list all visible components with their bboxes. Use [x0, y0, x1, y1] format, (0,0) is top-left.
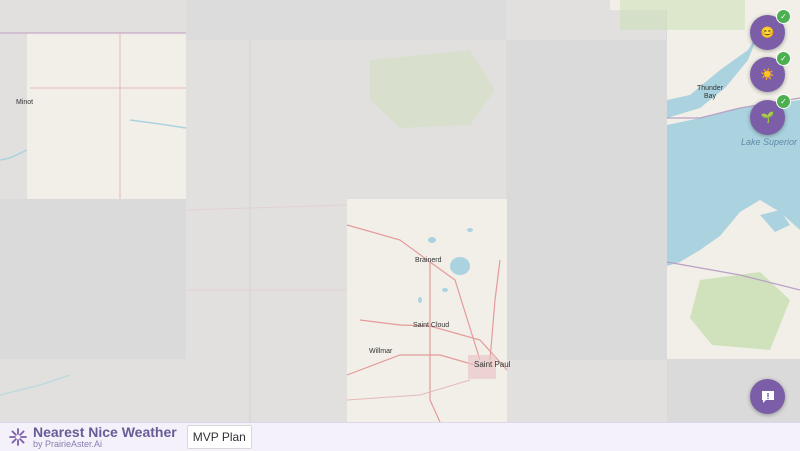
aster-logo-icon — [9, 428, 27, 446]
check-icon: ✓ — [776, 51, 791, 66]
map-features — [0, 0, 800, 422]
map[interactable]: Minot Thunder Bay Lake Superior Brainerd… — [0, 0, 800, 422]
weather-filter-button[interactable]: ☀️ ✓ — [750, 51, 791, 92]
seedling-icon: 🌱 — [760, 112, 775, 124]
feedback-button[interactable] — [750, 379, 785, 414]
place-label: Saint Paul — [474, 360, 511, 369]
lake-label: Lake Superior — [741, 137, 798, 147]
feedback-icon — [761, 390, 774, 403]
place-label: Thunder Bay — [696, 85, 724, 100]
check-icon: ✓ — [776, 9, 791, 24]
place-label: Willmar — [369, 348, 393, 355]
footer: Nearest Nice Weather by PrairieAster.Ai … — [0, 422, 800, 451]
app-title: Nearest Nice Weather — [33, 424, 177, 440]
smiley-icon: 😊 — [760, 27, 775, 39]
place-label: Minot — [16, 99, 34, 106]
app-subtitle: by PrairieAster.Ai — [33, 439, 103, 449]
place-label: Saint Cloud — [413, 322, 450, 329]
mvp-plan-button[interactable]: MVP Plan — [186, 425, 252, 449]
check-icon: ✓ — [776, 94, 791, 109]
mood-filter-button[interactable]: 😊 ✓ — [750, 9, 791, 50]
brand: Nearest Nice Weather by PrairieAster.Ai — [33, 425, 177, 449]
sun-icon: ☀️ — [760, 69, 775, 81]
place-label: Brainerd — [415, 257, 442, 264]
activity-filter-button[interactable]: 🌱 ✓ — [750, 94, 791, 135]
